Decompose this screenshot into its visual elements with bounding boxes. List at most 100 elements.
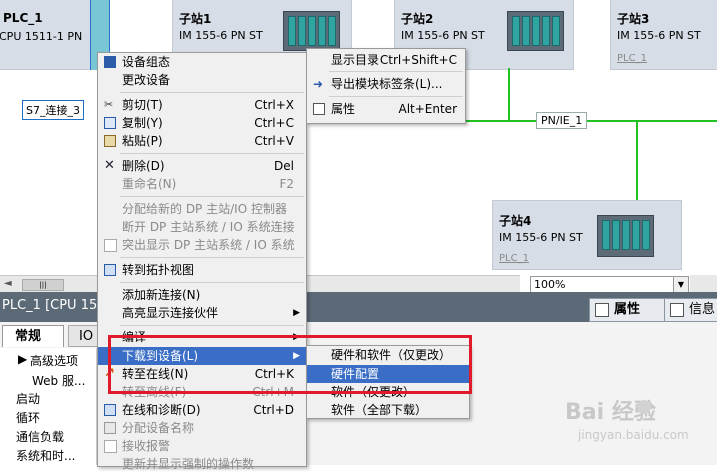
menu-change-device[interactable]: 更改设备: [98, 71, 306, 89]
menu-show-catalog[interactable]: 显示目录 Ctrl+Shift+C: [307, 51, 465, 69]
menu-highlight-system[interactable]: 突出显示 DP 主站系统 / IO 系统: [98, 236, 306, 254]
menu-cut-shortcut: Ctrl+X: [254, 98, 294, 112]
menu-delete[interactable]: ✕ 删除(D) Del: [98, 157, 306, 175]
station-4-plc-link[interactable]: PLC_1: [499, 253, 529, 264]
menu-properties[interactable]: 属性 Alt+Enter: [307, 100, 465, 118]
info-icon: [670, 303, 684, 317]
chevron-down-icon[interactable]: ▼: [673, 277, 688, 292]
diagnostics-icon: [104, 404, 116, 416]
station-4[interactable]: 子站4 IM 155-6 PN ST PLC_1: [492, 200, 682, 270]
inspector-nav: ▶ 高级选项 Web 服... 启动 循环 通信负载 系统和时...: [0, 348, 97, 465]
highlight-checkbox[interactable]: [104, 239, 117, 252]
s7-connection-label[interactable]: S7_连接_3: [22, 100, 84, 120]
station-3[interactable]: 子站3 IM 155-6 PN ST PLC_1: [610, 0, 717, 70]
scroll-thumb[interactable]: |||: [22, 279, 64, 291]
menu-delete-label: 删除(D): [122, 159, 165, 173]
inspector-title: PLC_1 [CPU 15: [2, 298, 98, 313]
station-4-drop-line: [636, 122, 638, 200]
menu-online-diagnostics-shortcut: Ctrl+D: [253, 403, 294, 417]
station-3-plc-link[interactable]: PLC_1: [617, 53, 647, 64]
copy-icon: [104, 117, 116, 129]
menu-separator: [120, 153, 304, 154]
menu-add-connection-label: 添加新连接(N): [122, 288, 201, 302]
menu-change-device-label: 更改设备: [122, 73, 171, 87]
nav-advanced[interactable]: 高级选项: [30, 352, 78, 369]
tab-info-label: 信息: [689, 302, 716, 317]
export-icon: ➜: [313, 77, 324, 91]
nav-expand-icon[interactable]: ▶: [18, 352, 27, 366]
station-2-name: 子站2: [401, 12, 434, 26]
submenu-sw-all[interactable]: 软件（全部下载）: [307, 401, 469, 419]
menu-highlight-partner[interactable]: 高亮显示连接伙伴 ▶: [98, 304, 306, 322]
paste-icon: [104, 135, 116, 147]
plc-name: PLC_1: [3, 11, 43, 25]
menu-disconnect-system-label: 断开 DP 主站系统 / IO 系统连接: [122, 220, 295, 234]
zoom-value: 100%: [534, 278, 566, 291]
menu-update-forced-label: 更新并显示强制的操作数: [122, 457, 255, 471]
menu-copy-shortcut: Ctrl+C: [254, 116, 294, 130]
device-config-icon: [104, 56, 116, 68]
tab-properties-label: 属性: [614, 302, 641, 317]
view-context-menu[interactable]: 显示目录 Ctrl+Shift+C ➜ 导出模块标签条(L)... 属性 Alt…: [306, 48, 466, 124]
menu-assign-name[interactable]: 分配设备名称: [98, 419, 306, 437]
submenu-sw-all-label: 软件（全部下载）: [331, 403, 428, 417]
baidu-watermark-url: jingyan.baidu.com: [578, 428, 689, 442]
menu-rename[interactable]: 重命名(N) F2: [98, 175, 306, 193]
station-3-type: IM 155-6 PN ST: [617, 29, 701, 42]
tab-info[interactable]: 信息: [664, 298, 717, 322]
properties-icon: [595, 303, 609, 317]
menu-online-diagnostics-label: 在线和诊断(D): [122, 403, 201, 417]
nav-cycle[interactable]: 循环: [16, 409, 40, 426]
menu-cut-label: 剪切(T): [122, 98, 163, 112]
menu-cut[interactable]: ✂ 剪切(T) Ctrl+X: [98, 96, 306, 114]
nav-web[interactable]: Web 服...: [32, 372, 85, 389]
station-1-name: 子站1: [179, 12, 212, 26]
menu-update-forced[interactable]: 更新并显示强制的操作数: [98, 455, 306, 473]
nav-system-clock[interactable]: 系统和时...: [16, 447, 75, 464]
baidu-paw-icon: [637, 400, 651, 414]
tab-general[interactable]: 常规: [2, 325, 64, 347]
menu-properties-shortcut: Alt+Enter: [398, 102, 457, 116]
menu-paste-shortcut: Ctrl+V: [254, 134, 294, 148]
menu-separator: [120, 92, 304, 93]
properties-icon: [313, 103, 325, 115]
menu-add-connection[interactable]: 添加新连接(N): [98, 286, 306, 304]
menu-paste[interactable]: 粘贴(P) Ctrl+V: [98, 132, 306, 150]
station-4-type: IM 155-6 PN ST: [499, 231, 583, 244]
tab-properties[interactable]: 属性: [589, 298, 669, 322]
menu-show-catalog-shortcut: Ctrl+Shift+C: [379, 53, 457, 67]
menu-assign-master[interactable]: 分配给新的 DP 主站/IO 控制器: [98, 200, 306, 218]
receive-alarms-checkbox[interactable]: [104, 440, 117, 453]
view-scroll-area[interactable]: [690, 275, 717, 292]
menu-copy-label: 复制(Y): [122, 116, 163, 130]
menu-export-labels[interactable]: ➜ 导出模块标签条(L)...: [307, 75, 465, 93]
delete-icon: ✕: [104, 158, 115, 173]
station-4-module-icon: [597, 215, 654, 257]
station-1-module-icon: [283, 11, 340, 51]
tab-io[interactable]: IO: [68, 325, 98, 347]
station-3-name: 子站3: [617, 12, 650, 26]
scroll-left-icon[interactable]: ◄: [4, 278, 12, 289]
nav-comm-load[interactable]: 通信负载: [16, 428, 64, 445]
menu-separator: [120, 196, 304, 197]
scissors-icon: ✂: [104, 98, 114, 111]
menu-topology-view[interactable]: 转到拓扑视图: [98, 261, 306, 279]
context-menu[interactable]: 设备组态 更改设备 ✂ 剪切(T) Ctrl+X 复制(Y) Ctrl+C 粘贴…: [97, 52, 307, 471]
menu-copy[interactable]: 复制(Y) Ctrl+C: [98, 114, 306, 132]
menu-device-config[interactable]: 设备组态: [98, 53, 306, 71]
menu-disconnect-system[interactable]: 断开 DP 主站系统 / IO 系统连接: [98, 218, 306, 236]
menu-properties-label: 属性: [331, 102, 356, 116]
subnet-label[interactable]: PN/IE_1: [536, 112, 588, 129]
menu-assign-master-label: 分配给新的 DP 主站/IO 控制器: [122, 202, 287, 216]
zoom-select[interactable]: 100% ▼: [530, 276, 689, 293]
menu-rename-shortcut: F2: [279, 177, 294, 191]
menu-receive-alarms[interactable]: 接收报警: [98, 437, 306, 455]
plc-device[interactable]: PLC_1 CPU 1511-1 PN: [0, 0, 92, 70]
topology-icon: [104, 264, 116, 276]
menu-online-diagnostics[interactable]: 在线和诊断(D) Ctrl+D: [98, 401, 306, 419]
annotation-highlight-box: [108, 335, 472, 394]
nav-startup[interactable]: 启动: [16, 390, 40, 407]
menu-separator: [120, 325, 304, 326]
menu-receive-alarms-label: 接收报警: [122, 439, 171, 453]
submenu-arrow-icon: ▶: [293, 308, 300, 318]
